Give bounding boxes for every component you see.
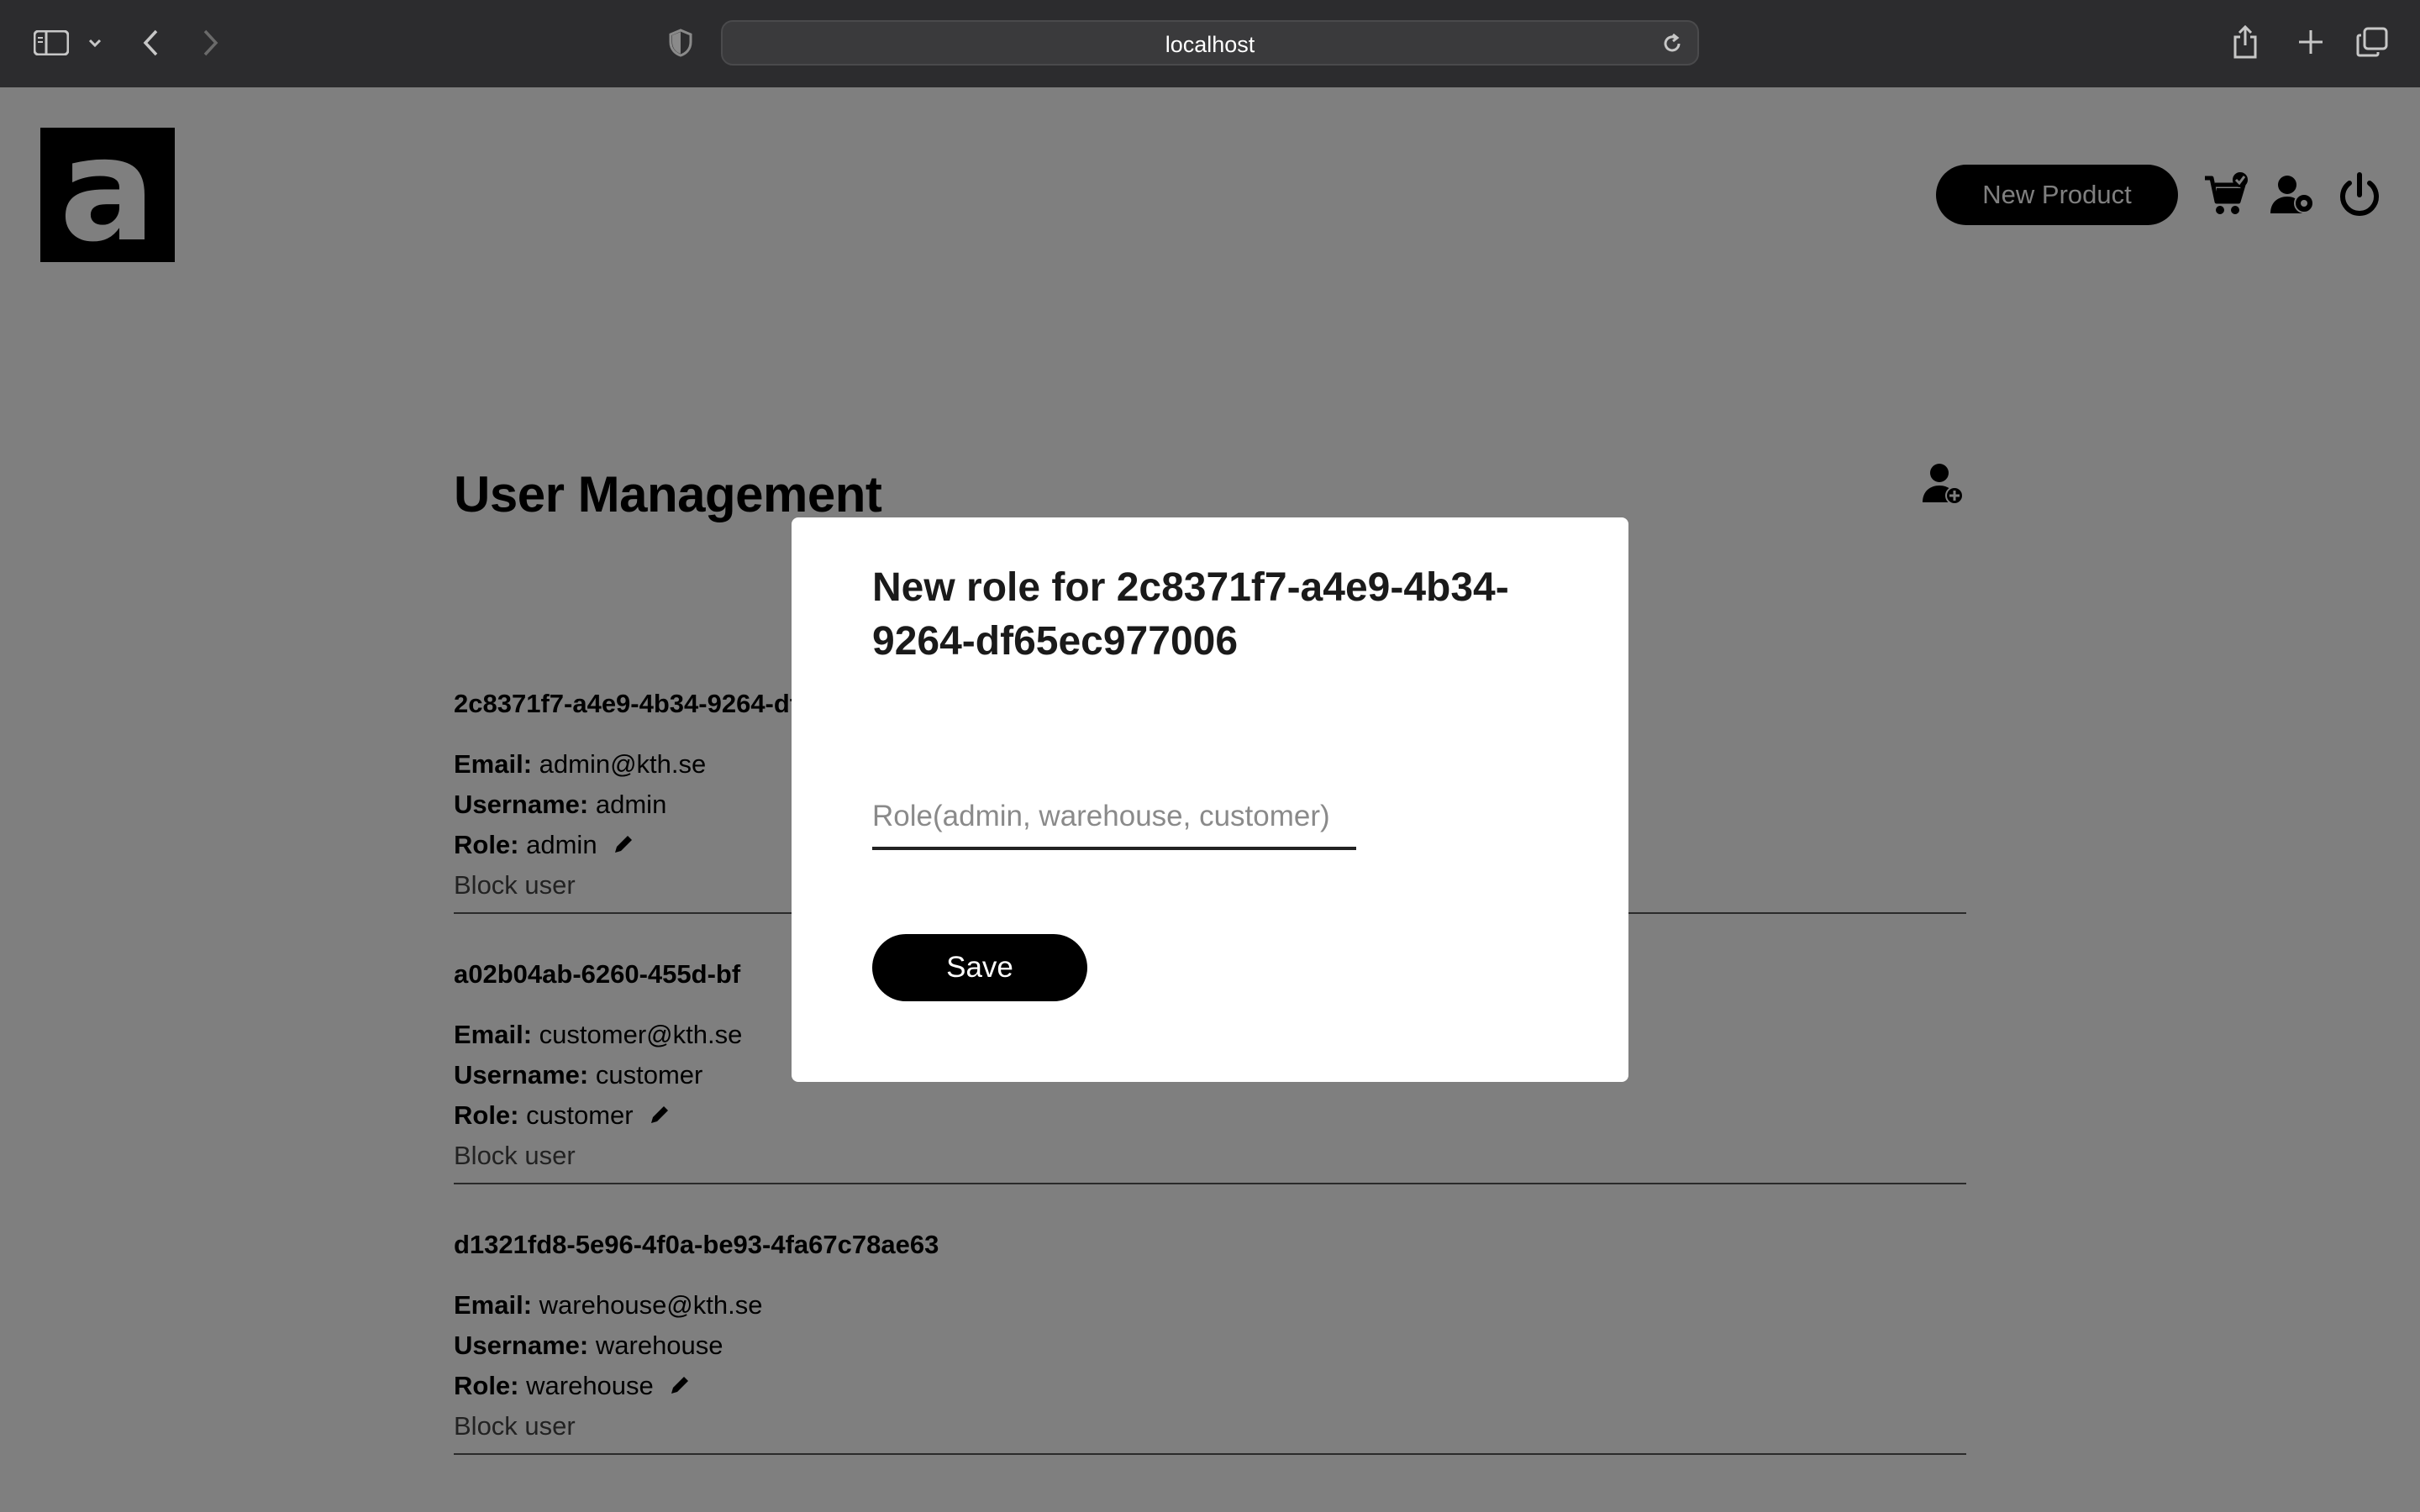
- role-input[interactable]: [872, 786, 1356, 850]
- chevron-down-icon[interactable]: [87, 37, 103, 49]
- back-icon[interactable]: [141, 29, 160, 57]
- save-button[interactable]: Save: [872, 934, 1087, 1001]
- shield-icon[interactable]: [669, 29, 692, 57]
- browser-toolbar: localhost: [0, 0, 2420, 89]
- change-role-modal: New role for 2c8371f7-a4e9-4b34-9264-df6…: [792, 517, 1628, 1082]
- modal-title: New role for 2c8371f7-a4e9-4b34-9264-df6…: [872, 565, 1509, 664]
- reload-icon[interactable]: [1660, 32, 1684, 55]
- forward-icon[interactable]: [202, 29, 220, 57]
- sidebar-toggle-icon[interactable]: [34, 30, 69, 55]
- share-icon[interactable]: [2232, 25, 2259, 59]
- address-bar[interactable]: localhost: [721, 20, 1699, 66]
- tab-overview-icon[interactable]: [2356, 27, 2388, 57]
- new-tab-icon[interactable]: [2297, 29, 2324, 55]
- url-text: localhost: [1165, 32, 1255, 57]
